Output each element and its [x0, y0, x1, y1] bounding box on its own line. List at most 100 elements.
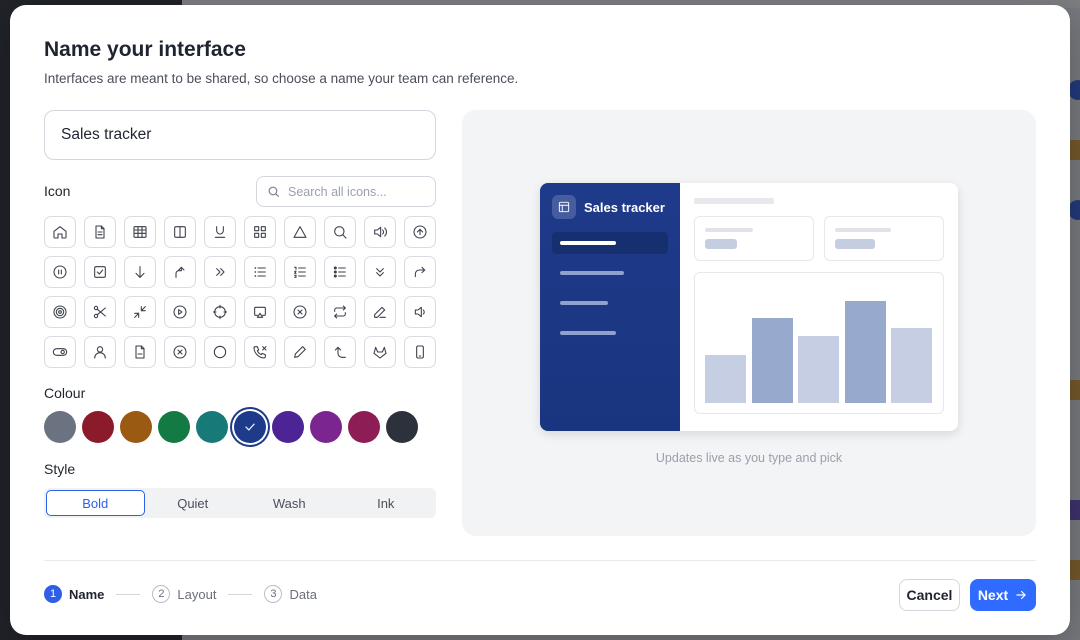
- style-option-quiet[interactable]: Quiet: [145, 490, 242, 516]
- icon-option[interactable]: [124, 296, 156, 328]
- preview-stat-label: [705, 228, 753, 232]
- pause-circle-icon: [53, 265, 67, 279]
- colour-swatch[interactable]: [82, 411, 114, 443]
- user-icon: [94, 346, 106, 359]
- colour-swatch[interactable]: [234, 411, 266, 443]
- icon-option[interactable]: [364, 336, 396, 368]
- icon-option[interactable]: [44, 256, 76, 288]
- icon-search-box[interactable]: [256, 176, 436, 207]
- interface-name-input[interactable]: [44, 110, 436, 160]
- colour-swatches: [44, 411, 418, 443]
- step-number: 1: [44, 585, 62, 603]
- icon-option[interactable]: [404, 216, 436, 248]
- step-label: Layout: [177, 586, 217, 602]
- next-button[interactable]: Next: [970, 579, 1036, 611]
- icon-option[interactable]: [364, 256, 396, 288]
- preview-nav-item: [560, 331, 616, 335]
- icon-option[interactable]: [284, 256, 316, 288]
- icon-option[interactable]: [404, 296, 436, 328]
- icon-option[interactable]: [364, 296, 396, 328]
- step-data: 3 Data: [264, 585, 317, 603]
- home-icon: [53, 226, 67, 239]
- icon-option[interactable]: [164, 296, 196, 328]
- icon-option[interactable]: [404, 256, 436, 288]
- preview-caption: Updates live as you type and pick: [655, 451, 843, 465]
- step-number: 2: [152, 585, 171, 603]
- colour-swatch[interactable]: [348, 411, 380, 443]
- icon-option[interactable]: [244, 216, 276, 248]
- icon-option[interactable]: [244, 336, 276, 368]
- icon-option[interactable]: [44, 296, 76, 328]
- icon-option[interactable]: [84, 216, 116, 248]
- step-name: 1 Name: [44, 585, 104, 603]
- style-option-wash[interactable]: Wash: [241, 490, 338, 516]
- icon-option[interactable]: [324, 296, 356, 328]
- smartphone-icon: [416, 345, 424, 359]
- icon-option[interactable]: [204, 296, 236, 328]
- play-circle-icon: [173, 305, 187, 319]
- icon-option[interactable]: [44, 336, 76, 368]
- style-option-ink[interactable]: Ink: [338, 490, 435, 516]
- speaker-icon: [414, 306, 425, 318]
- file-icon: [135, 345, 145, 359]
- icon-option[interactable]: [204, 256, 236, 288]
- layout-icon: [558, 201, 570, 213]
- icon-option[interactable]: [84, 296, 116, 328]
- preview-stat-card: [694, 216, 814, 261]
- icon-option[interactable]: [364, 216, 396, 248]
- style-section-label: Style: [44, 461, 76, 477]
- wizard-steps: 1 Name 2 Layout 3 Data: [44, 585, 317, 603]
- name-interface-dialog: Name your interface Interfaces are meant…: [10, 5, 1070, 635]
- icon-option[interactable]: [44, 216, 76, 248]
- icon-option[interactable]: [244, 256, 276, 288]
- icon-option[interactable]: [284, 216, 316, 248]
- icon-option[interactable]: [324, 336, 356, 368]
- volume-icon: [374, 226, 387, 238]
- icon-option[interactable]: [164, 216, 196, 248]
- icon-picker-grid: [44, 216, 436, 368]
- minimize-icon: [134, 306, 146, 318]
- icon-search-input[interactable]: [288, 184, 428, 199]
- icon-option[interactable]: [204, 336, 236, 368]
- icon-option[interactable]: [124, 256, 156, 288]
- repeat-icon: [334, 305, 346, 319]
- icon-option[interactable]: [84, 256, 116, 288]
- chevrons-right-icon: [216, 268, 225, 276]
- arrow-up-circle-icon: [413, 225, 427, 239]
- colour-swatch[interactable]: [272, 411, 304, 443]
- icon-option[interactable]: [124, 216, 156, 248]
- colour-swatch[interactable]: [158, 411, 190, 443]
- icon-option[interactable]: [244, 296, 276, 328]
- icon-option[interactable]: [164, 336, 196, 368]
- colour-swatch[interactable]: [196, 411, 228, 443]
- colour-swatch[interactable]: [386, 411, 418, 443]
- style-option-bold[interactable]: Bold: [46, 490, 145, 516]
- icon-option[interactable]: [164, 256, 196, 288]
- colour-swatch[interactable]: [310, 411, 342, 443]
- preview-nav-item: [560, 301, 608, 305]
- preview-chart-bar: [844, 301, 886, 403]
- colour-swatch[interactable]: [120, 411, 152, 443]
- crosshair-icon: [212, 304, 228, 320]
- corner-up-left-icon: [334, 346, 346, 358]
- preview-chart-bar: [891, 328, 932, 403]
- cancel-button[interactable]: Cancel: [899, 579, 960, 611]
- turn-up-right-icon: [175, 266, 185, 278]
- list-icon: [254, 267, 266, 277]
- step-connector: [228, 593, 253, 595]
- icon-option[interactable]: [284, 336, 316, 368]
- icon-option[interactable]: [324, 256, 356, 288]
- dialog-title: Name your interface: [44, 38, 246, 61]
- icon-option[interactable]: [204, 216, 236, 248]
- icon-option[interactable]: [324, 216, 356, 248]
- live-preview-panel: Sales tracker Updates live as you type a…: [462, 110, 1036, 536]
- icon-option[interactable]: [84, 336, 116, 368]
- icon-option[interactable]: [404, 336, 436, 368]
- pencil-icon: [294, 346, 306, 358]
- preview-sidebar: Sales tracker: [540, 183, 680, 431]
- colour-swatch[interactable]: [44, 411, 76, 443]
- icon-option[interactable]: [124, 336, 156, 368]
- step-label: Data: [289, 586, 317, 602]
- step-connector: [116, 593, 141, 595]
- icon-option[interactable]: [284, 296, 316, 328]
